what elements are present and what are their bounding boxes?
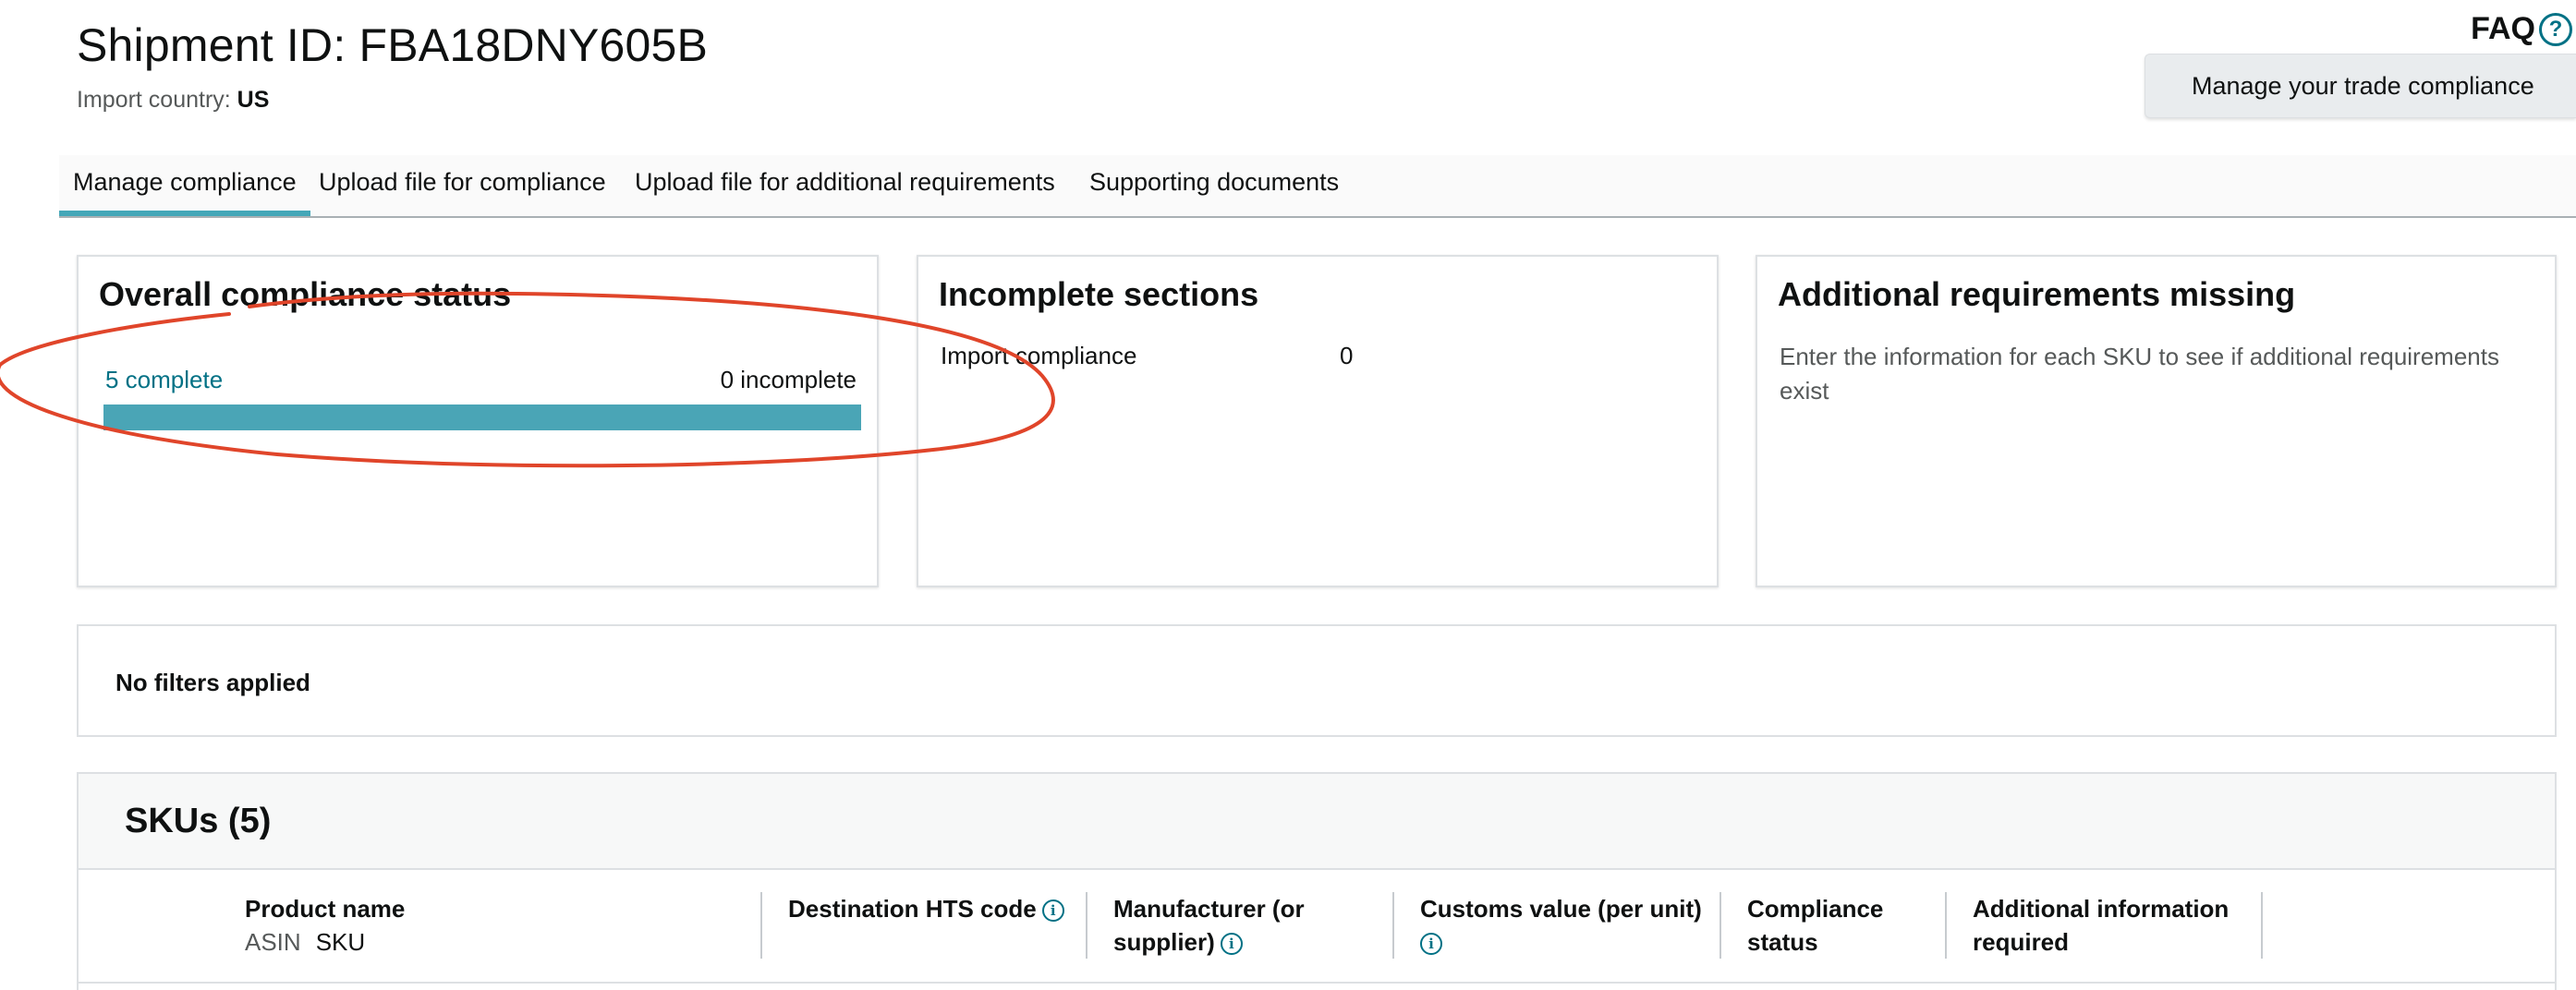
faq-label[interactable]: FAQ	[2471, 11, 2535, 47]
faq-link[interactable]: FAQ ?	[2471, 11, 2572, 47]
overall-compliance-card: Overall compliance status 5 complete 0 i…	[77, 255, 879, 587]
import-country-value: US	[237, 87, 270, 113]
tab-upload-file-compliance[interactable]: Upload file for compliance	[305, 168, 620, 216]
skus-title: SKUs (5)	[125, 802, 272, 840]
col-additional-label-2: required	[1973, 928, 2070, 956]
col-manufacturer-label-2: supplier)	[1113, 928, 1215, 956]
col-sku-label: SKU	[315, 928, 366, 956]
additional-requirements-title: Additional requirements missing	[1778, 275, 2296, 313]
overall-compliance-title: Overall compliance status	[99, 275, 512, 313]
col-customs-value[interactable]: Customs value (per unit) i	[1420, 892, 1702, 959]
col-compliance-status[interactable]: Compliance status	[1747, 892, 1883, 959]
incomplete-count: 0 incomplete	[720, 366, 857, 393]
column-divider	[1945, 892, 1947, 959]
page-title: Shipment ID: FBA18DNY605B	[77, 19, 709, 71]
col-compliance-label-2: status	[1747, 928, 1818, 956]
incomplete-sections-title: Incomplete sections	[939, 275, 1259, 313]
col-manufacturer-label-1: Manufacturer (or	[1113, 895, 1305, 923]
table-header-bottom-border	[79, 982, 2555, 984]
help-circle-icon[interactable]: ?	[2539, 12, 2572, 46]
info-icon[interactable]: i	[1041, 899, 1064, 923]
filters-panel: No filters applied	[77, 624, 2557, 737]
col-asin-label: ASIN	[245, 928, 301, 956]
import-compliance-value: 0	[1340, 342, 1354, 369]
col-additional-info[interactable]: Additional information required	[1973, 892, 2229, 959]
skus-table: SKUs (5) Product name ASIN SKU Destinatio…	[77, 772, 2557, 990]
column-divider	[2261, 892, 2263, 959]
import-country-label: Import country:	[77, 87, 237, 113]
compliance-progress-fill	[103, 404, 861, 430]
manage-trade-compliance-button[interactable]: Manage your trade compliance	[2145, 54, 2576, 118]
import-compliance-label: Import compliance	[941, 342, 1137, 369]
tab-bar: Manage compliance Upload file for compli…	[59, 155, 2576, 218]
additional-requirements-text: Enter the information for each SKU to se…	[1780, 343, 2499, 404]
column-divider	[760, 892, 762, 959]
additional-requirements-card: Additional requirements missing Enter th…	[1756, 255, 2557, 587]
col-manufacturer[interactable]: Manufacturer (or supplier) i	[1113, 892, 1305, 959]
compliance-progress-bar	[103, 404, 861, 430]
filters-status: No filters applied	[115, 669, 310, 696]
tab-supporting-documents[interactable]: Supporting documents	[1075, 168, 1353, 216]
column-divider	[1086, 892, 1088, 959]
import-country: Import country: US	[77, 87, 269, 114]
complete-count-link[interactable]: 5 complete	[105, 366, 223, 394]
incomplete-sections-card: Incomplete sections Import compliance 0	[917, 255, 1719, 587]
info-icon[interactable]: i	[1220, 933, 1243, 956]
col-product-sub: ASIN SKU	[245, 925, 405, 959]
tab-upload-file-additional[interactable]: Upload file for additional requirements	[621, 168, 1069, 216]
col-hts-label: Destination HTS code	[788, 895, 1037, 923]
col-additional-label-1: Additional information	[1973, 895, 2230, 923]
col-product-name-label: Product name	[245, 895, 406, 923]
column-divider	[1719, 892, 1721, 959]
skus-header: SKUs (5)	[79, 774, 2555, 870]
col-customs-label: Customs value (per unit)	[1420, 895, 1702, 923]
column-divider	[1392, 892, 1394, 959]
col-product-name[interactable]: Product name ASIN SKU	[245, 892, 405, 959]
tab-manage-compliance[interactable]: Manage compliance	[59, 168, 310, 216]
info-icon[interactable]: i	[1420, 933, 1442, 956]
col-compliance-label-1: Compliance	[1747, 895, 1884, 923]
col-hts-code[interactable]: Destination HTS code i	[788, 892, 1064, 925]
